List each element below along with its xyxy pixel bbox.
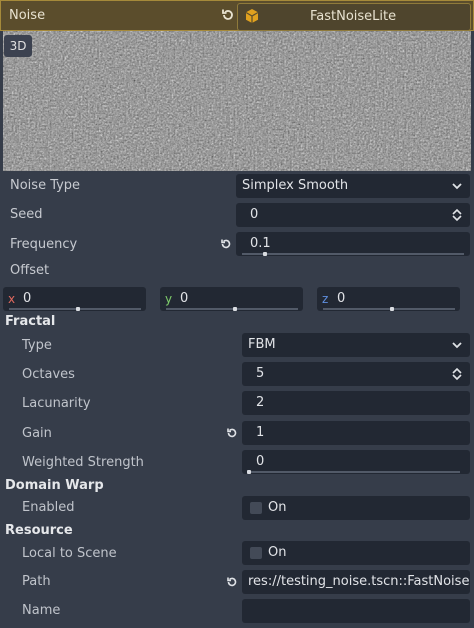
offset-x-value: 0 [23, 291, 32, 306]
gain-field[interactable]: 1 [242, 421, 470, 445]
checkbox-unchecked-icon[interactable] [250, 502, 262, 514]
noise-type-dropdown[interactable]: Simplex Smooth [236, 174, 470, 198]
slider-knob[interactable] [76, 307, 80, 311]
path-input[interactable]: res://testing_noise.tscn::FastNoise [242, 570, 470, 594]
axis-x-label: x [8, 292, 16, 306]
axis-y-label: y [165, 292, 173, 306]
octaves-value: 5 [256, 366, 265, 381]
enabled-label: Enabled [22, 500, 75, 515]
seed-value: 0 [250, 207, 259, 222]
resource-picker[interactable]: FastNoiseLite [237, 3, 471, 31]
local-to-scene-checkbox[interactable]: On [242, 541, 470, 565]
weighted-strength-label: Weighted Strength [22, 455, 144, 470]
offset-y-field[interactable]: y 0 [160, 287, 303, 311]
slider-knob[interactable] [390, 307, 394, 311]
slider-knob[interactable] [233, 307, 237, 311]
resource-section-title[interactable]: Resource [5, 523, 73, 538]
lacunarity-value: 2 [256, 395, 265, 410]
offset-label: Offset [10, 263, 50, 278]
gain-label: Gain [22, 426, 52, 441]
local-to-scene-on-label: On [268, 545, 287, 560]
fractal-type-label: Type [22, 338, 52, 353]
octaves-label: Octaves [22, 367, 75, 382]
resource-cube-icon [244, 8, 260, 24]
noise-type-label: Noise Type [10, 178, 81, 193]
property-name: Noise [9, 8, 46, 23]
revert-icon[interactable] [225, 575, 239, 589]
frequency-slider[interactable]: 0.1 [236, 232, 470, 256]
slider-knob[interactable] [247, 470, 251, 474]
preview-3d-toggle[interactable]: 3D [4, 35, 32, 57]
name-label: Name [22, 603, 61, 618]
checkbox-unchecked-icon[interactable] [250, 547, 262, 559]
spinner-arrows-icon[interactable] [450, 367, 464, 381]
weighted-strength-value: 0 [256, 454, 265, 469]
path-label: Path [22, 574, 51, 589]
chevron-down-icon [450, 179, 464, 193]
frequency-value: 0.1 [250, 236, 271, 251]
chevron-down-icon [450, 338, 464, 352]
seed-spinbox[interactable]: 0 [236, 203, 470, 227]
revert-icon[interactable] [219, 237, 233, 251]
offset-y-value: 0 [180, 291, 189, 306]
noise-preview [3, 31, 471, 171]
fractal-type-value: FBM [248, 337, 276, 352]
revert-icon[interactable] [225, 426, 239, 440]
noise-texture [3, 31, 471, 171]
enabled-on-label: On [268, 500, 287, 515]
lacunarity-label: Lacunarity [22, 396, 91, 411]
fractal-section-title[interactable]: Fractal [5, 314, 55, 329]
fractal-type-dropdown[interactable]: FBM [242, 333, 470, 357]
weighted-strength-slider[interactable]: 0 [242, 450, 470, 474]
offset-z-field[interactable]: z 0 [317, 287, 460, 311]
revert-icon[interactable] [219, 6, 237, 24]
resource-type-label: FastNoiseLite [310, 9, 397, 24]
local-to-scene-label: Local to Scene [22, 546, 117, 561]
enabled-checkbox[interactable]: On [242, 496, 470, 520]
domain-warp-section-title[interactable]: Domain Warp [5, 478, 104, 493]
frequency-label: Frequency [10, 237, 78, 252]
inspector-header: Noise FastNoiseLite [0, 0, 474, 31]
noise-type-value: Simplex Smooth [242, 178, 349, 193]
name-input[interactable] [242, 599, 470, 623]
lacunarity-field[interactable]: 2 [242, 391, 470, 415]
gain-value: 1 [256, 425, 265, 440]
octaves-spinbox[interactable]: 5 [242, 362, 470, 386]
offset-x-field[interactable]: x 0 [3, 287, 146, 311]
axis-z-label: z [322, 292, 329, 306]
offset-z-value: 0 [337, 291, 346, 306]
slider-knob[interactable] [263, 252, 267, 256]
path-value: res://testing_noise.tscn::FastNoise [248, 574, 470, 589]
seed-label: Seed [10, 207, 43, 222]
spinner-arrows-icon[interactable] [450, 208, 464, 222]
